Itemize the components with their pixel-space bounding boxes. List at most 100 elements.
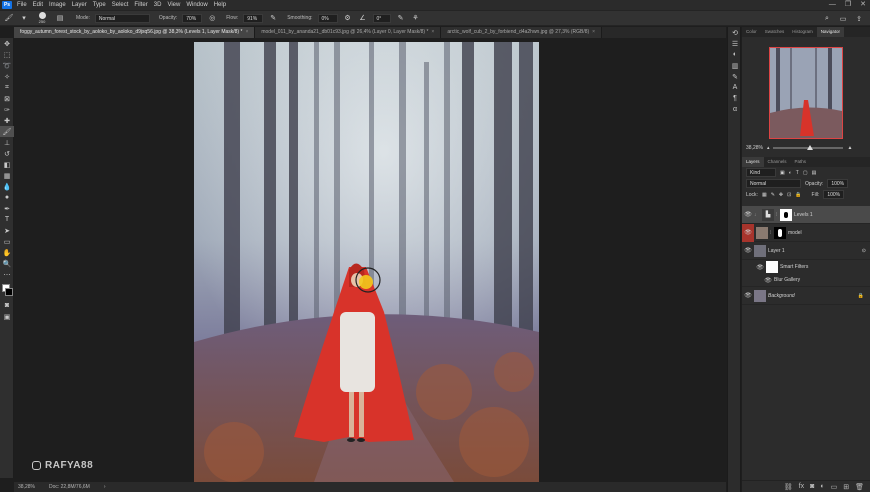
visibility-eye-icon[interactable]: 👁 — [742, 223, 754, 242]
fill-field[interactable]: 100% — [823, 190, 845, 199]
background-color[interactable] — [5, 288, 13, 296]
menu-3d[interactable]: 3D — [151, 0, 165, 10]
tab-histogram[interactable]: Histogram — [788, 27, 817, 37]
tab-forest-document[interactable]: foggy_autumn_forest_stock_by_aoloko_by_a… — [14, 27, 256, 38]
layer-mask-thumbnail[interactable] — [774, 226, 786, 239]
menu-view[interactable]: View — [164, 0, 183, 10]
trash-icon[interactable]: 🗑 — [855, 483, 864, 491]
close-icon[interactable]: ✕ — [860, 0, 866, 10]
layer-name[interactable]: model — [788, 230, 802, 236]
layer-name[interactable]: Blur Gallery — [774, 277, 800, 283]
visibility-eye-icon[interactable]: 👁 — [742, 211, 754, 218]
history-icon[interactable]: ⟲ — [728, 27, 742, 38]
stamp-tool-icon[interactable]: ⊥ — [0, 137, 14, 148]
brush-preset-picker[interactable]: 250 — [34, 12, 50, 24]
character-icon[interactable]: A — [728, 82, 742, 93]
add-mask-icon[interactable]: ◙ — [810, 483, 814, 490]
photoshop-logo[interactable]: Ps — [2, 1, 12, 9]
lock-artboard-icon[interactable]: ⊡ — [787, 192, 791, 198]
lock-move-icon[interactable]: ✥ — [779, 192, 783, 198]
smoothing-field[interactable]: 0% — [317, 13, 338, 23]
blur-tool-icon[interactable]: 💧 — [0, 181, 14, 192]
smoothing-settings-icon[interactable]: ⚙ — [343, 13, 353, 23]
filter-pixel-icon[interactable]: ▣ — [780, 170, 785, 176]
lasso-tool-icon[interactable]: ➰ — [0, 60, 14, 71]
layer-name[interactable]: Smart Filters — [780, 264, 808, 270]
share-icon[interactable]: ⇪ — [854, 14, 864, 24]
smart-filter-mask-thumbnail[interactable] — [766, 261, 778, 273]
menu-select[interactable]: Select — [109, 0, 132, 10]
restore-icon[interactable]: ❐ — [845, 0, 851, 10]
zoom-out-icon[interactable]: ▴ — [767, 145, 770, 151]
zoom-level[interactable]: 38,28% — [18, 484, 35, 490]
crop-tool-icon[interactable]: ⌗ — [0, 82, 14, 93]
layer-name[interactable]: Levels 1 — [794, 212, 813, 218]
visibility-eye-icon[interactable]: 👁 — [762, 277, 774, 284]
minimize-icon[interactable]: — — [829, 0, 836, 10]
new-layer-icon[interactable]: ⊞ — [843, 483, 849, 491]
move-tool-icon[interactable]: ✥ — [0, 38, 14, 49]
visibility-eye-icon[interactable]: 👁 — [754, 264, 766, 271]
layer-row[interactable]: 👁 Background 🔒 — [742, 287, 870, 305]
adjustments-icon[interactable]: ◐ — [728, 49, 742, 60]
navigator-thumbnail[interactable] — [769, 47, 843, 139]
mode-select[interactable]: Normal — [94, 13, 150, 23]
lock-pixels-icon[interactable]: ▦ — [762, 192, 767, 198]
marquee-tool-icon[interactable]: ⬚ — [0, 49, 14, 60]
zoom-in-icon[interactable]: ▲ — [847, 145, 852, 151]
layer-row[interactable]: 👁 Smart Filters — [742, 260, 870, 274]
menu-window[interactable]: Window — [183, 0, 210, 10]
paragraph-icon[interactable]: ¶ — [728, 93, 742, 104]
tab-wolf-document[interactable]: arctic_wolf_cub_2_by_forbiend_d4a2hwn.jp… — [441, 27, 603, 38]
zoom-tool-icon[interactable]: 🔍 — [0, 258, 14, 269]
layer-mask-thumbnail[interactable] — [780, 208, 792, 221]
menu-file[interactable]: File — [14, 0, 30, 10]
menu-type[interactable]: Type — [90, 0, 109, 10]
eyedropper-tool-icon[interactable]: ✑ — [0, 104, 14, 115]
tab-swatches[interactable]: Swatches — [761, 27, 789, 37]
layer-name[interactable]: Background — [768, 293, 795, 299]
tab-paths[interactable]: Paths — [791, 157, 811, 167]
navigator-zoom-value[interactable]: 38,28% — [746, 145, 763, 151]
eraser-tool-icon[interactable]: ◧ — [0, 159, 14, 170]
chevron-down-icon[interactable]: ▾ — [19, 13, 29, 23]
libraries-icon[interactable]: ▥ — [728, 60, 742, 71]
filter-type-icon[interactable]: T — [796, 170, 799, 176]
hand-tool-icon[interactable]: ✋ — [0, 247, 14, 258]
zoom-slider[interactable] — [773, 145, 844, 150]
symmetry-icon[interactable]: ⚘ — [411, 13, 421, 23]
lock-paint-icon[interactable]: ✎ — [771, 192, 775, 198]
opacity-field[interactable]: 70% — [182, 13, 203, 23]
shape-tool-icon[interactable]: ▭ — [0, 236, 14, 247]
filter-adjust-icon[interactable]: ◐ — [789, 170, 792, 176]
menu-edit[interactable]: Edit — [30, 0, 46, 10]
pressure-opacity-icon[interactable]: ◎ — [207, 13, 217, 23]
kind-filter-select[interactable]: Kind — [746, 168, 776, 177]
menu-filter[interactable]: Filter — [131, 0, 150, 10]
smart-filter-icon[interactable]: ⊙ — [862, 248, 866, 254]
healing-tool-icon[interactable]: ✚ — [0, 115, 14, 126]
menu-image[interactable]: Image — [46, 0, 69, 10]
blend-mode-select[interactable]: Normal — [746, 179, 801, 188]
layer-row[interactable]: 👁 ⁞ model — [742, 223, 870, 242]
brushes-icon[interactable]: ✎ — [728, 71, 742, 82]
dodge-tool-icon[interactable]: ● — [0, 192, 14, 203]
history-brush-icon[interactable]: ↺ — [0, 148, 14, 159]
properties-icon[interactable]: ☰ — [728, 38, 742, 49]
frame-tool-icon[interactable]: ⊠ — [0, 93, 14, 104]
angle-field[interactable]: 0° — [372, 13, 391, 23]
color-swatches[interactable] — [0, 282, 13, 300]
tab-layers[interactable]: Layers — [742, 157, 764, 167]
brush-settings-icon[interactable]: ▤ — [55, 13, 65, 23]
type-tool-icon[interactable]: T — [0, 214, 14, 225]
tab-model-document[interactable]: model_011_by_ananda21_db01c93.jpg @ 26,4… — [255, 27, 442, 38]
chevron-right-icon[interactable]: › — [104, 484, 106, 490]
visibility-eye-icon[interactable]: 👁 — [742, 292, 754, 299]
menu-layer[interactable]: Layer — [69, 0, 90, 10]
tab-navigator[interactable]: Navigator — [816, 27, 845, 37]
search-icon[interactable]: ⌕ — [822, 14, 832, 24]
glyphs-icon[interactable]: α — [728, 104, 742, 115]
gradient-tool-icon[interactable]: ▦ — [0, 170, 14, 181]
close-tab-icon[interactable]: × — [245, 29, 248, 35]
pen-tool-icon[interactable]: ✒ — [0, 203, 14, 214]
